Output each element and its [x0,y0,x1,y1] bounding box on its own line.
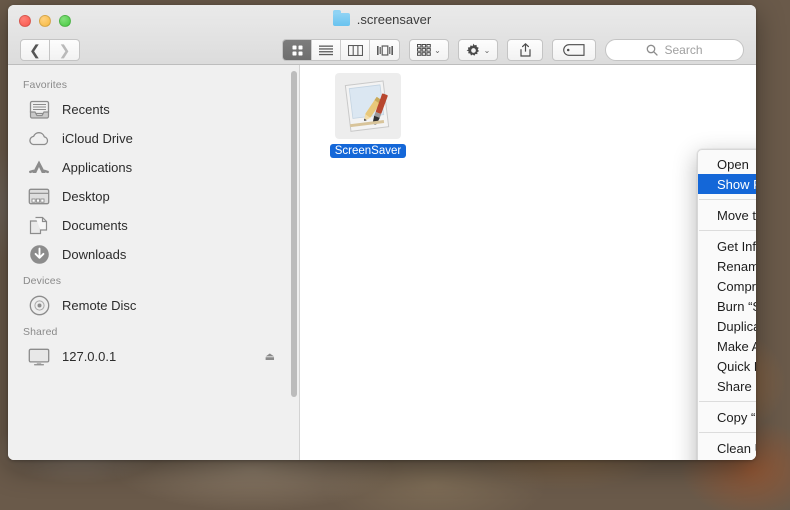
menu-separator [699,199,756,200]
finder-window: .screensaver ❮ ❯ ⌄ ⌄ Search Favorites Re… [8,5,756,460]
menu-item-share[interactable]: Share ▶ [698,376,756,396]
gear-icon [466,43,479,56]
arrange-button[interactable]: ⌄ [409,39,449,61]
sidebar-scrollbar[interactable] [291,71,297,397]
chevron-down-icon: ⌄ [483,45,491,55]
sidebar-item-label: 127.0.0.1 [62,349,117,364]
menu-item-rename[interactable]: Rename [698,256,756,276]
menu-item-open[interactable]: Open [698,154,756,174]
file-item-screensaver[interactable]: ScreenSaver [322,73,414,158]
toolbar: ❮ ❯ ⌄ ⌄ Search [8,35,756,65]
context-menu: Open Show Package Contents Move to Trash… [697,149,756,460]
menu-separator [699,401,756,402]
menu-item-burn-to-disc[interactable]: Burn “ScreenSaver” to Disc… [698,296,756,316]
menu-separator [699,432,756,433]
zoom-button[interactable] [59,15,71,27]
chevron-right-icon: ❯ [58,42,71,58]
sidebar-item-label: Desktop [62,189,110,204]
menu-item-show-package-contents[interactable]: Show Package Contents [698,174,756,194]
navigation-buttons: ❮ ❯ [20,39,80,61]
disc-icon [28,295,50,316]
menu-item-clean-up-selection[interactable]: Clean Up Selection [698,438,756,458]
action-button[interactable]: ⌄ [458,39,498,61]
cloud-icon [28,129,50,149]
search-placeholder: Search [664,43,703,57]
sidebar-item-recents[interactable]: Recents [8,95,299,124]
share-icon [519,43,531,57]
page-title: .screensaver [356,12,432,27]
file-icon-selection [335,73,401,139]
sidebar-section-favorites: Favorites [23,79,68,91]
tag-icon [563,44,585,56]
desktop-icon [28,187,50,207]
menu-item-compress[interactable]: Compress “ScreenSaver” [698,276,756,296]
sidebar: Favorites Recents iCloud Drive Applicati… [8,65,300,460]
sidebar-item-icloud-drive[interactable]: iCloud Drive [8,124,299,153]
window-titlebar[interactable]: .screensaver ❮ ❯ ⌄ ⌄ Search [8,5,756,65]
recents-icon [28,100,50,120]
menu-item-quick-look[interactable]: Quick Look “ScreenSaver” [698,356,756,376]
title-area: .screensaver [8,10,756,27]
search-input[interactable]: Search [605,39,744,61]
menu-separator [699,230,756,231]
file-browser-area[interactable]: ScreenSaver Open Show Package Contents M… [300,65,756,460]
sidebar-section-shared: Shared [23,326,58,338]
tag-button[interactable] [552,39,596,61]
sidebar-item-applications[interactable]: Applications [8,153,299,182]
applications-icon [28,158,50,178]
minimize-button[interactable] [39,15,51,27]
icon-view-button[interactable] [283,40,312,60]
share-button[interactable] [507,39,543,61]
app-bundle-icon [344,80,390,132]
forward-button[interactable]: ❯ [50,39,80,61]
chevron-left-icon: ❮ [29,42,41,58]
sidebar-item-label: Applications [62,160,133,175]
sidebar-item-desktop[interactable]: Desktop [8,182,299,211]
column-view-button[interactable] [341,40,370,60]
menu-item-make-alias[interactable]: Make Alias [698,336,756,356]
search-icon [647,44,659,56]
grid-icon [292,45,302,55]
display-icon [28,347,50,367]
menu-item-get-info[interactable]: Get Info [698,236,756,256]
sidebar-item-downloads[interactable]: Downloads [8,240,299,269]
menu-item-show-view-options[interactable]: Show View Options [698,458,756,460]
view-mode-group [282,39,400,61]
file-label: ScreenSaver [329,144,407,158]
sidebar-item-label: iCloud Drive [62,131,133,146]
menu-item-move-to-trash[interactable]: Move to Trash [698,205,756,225]
eject-icon[interactable]: ⏏ [265,350,275,363]
sidebar-section-devices: Devices [23,275,62,287]
sidebar-item-label: Recents [62,102,110,117]
list-icon [319,45,333,55]
sidebar-item-127-0-0-1[interactable]: 127.0.0.1 ⏏ [8,342,299,371]
columns-icon [347,44,363,56]
documents-icon [28,216,50,236]
window-body: Favorites Recents iCloud Drive Applicati… [8,65,756,460]
list-view-button[interactable] [312,40,341,60]
menu-item-copy[interactable]: Copy “ScreenSaver” [698,407,756,427]
sidebar-item-label: Documents [62,218,128,233]
arrange-grid-icon [417,44,431,56]
sidebar-item-remote-disc[interactable]: Remote Disc [8,291,299,320]
back-button[interactable]: ❮ [20,39,50,61]
folder-icon [332,10,350,26]
sidebar-item-label: Downloads [62,247,127,262]
traffic-lights [19,15,71,27]
sidebar-item-label: Remote Disc [62,298,137,313]
gallery-view-button[interactable] [370,40,399,60]
sidebar-item-documents[interactable]: Documents [8,211,299,240]
chevron-down-icon: ⌄ [434,45,441,55]
menu-item-duplicate[interactable]: Duplicate [698,316,756,336]
gallery-icon [376,44,393,56]
close-button[interactable] [19,15,31,27]
downloads-icon [28,245,50,265]
